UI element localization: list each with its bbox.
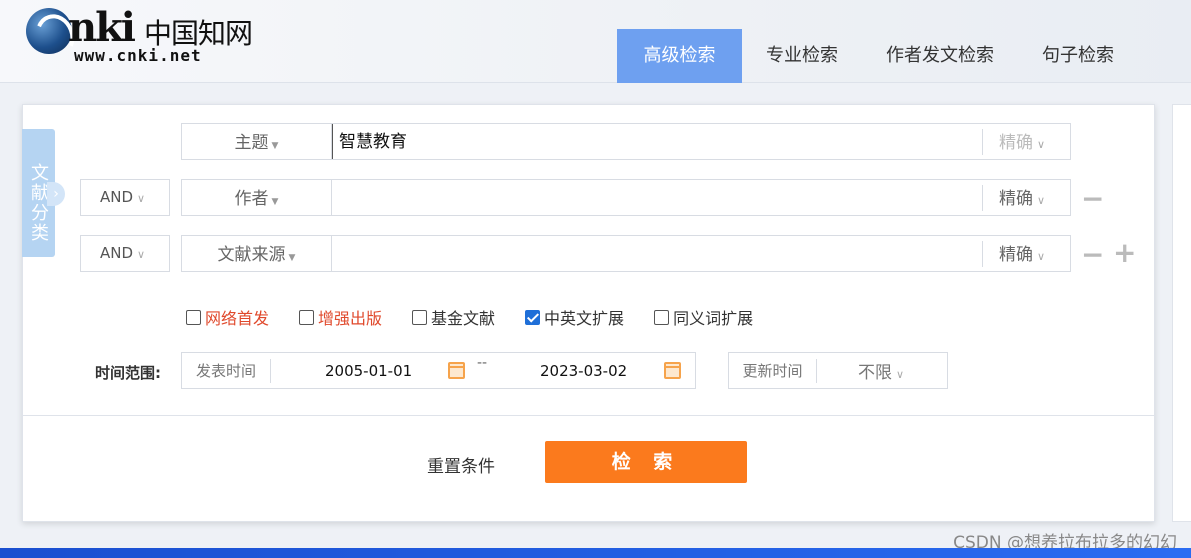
- right-side-panel: [1172, 104, 1191, 522]
- field-select-label: 主题: [234, 133, 269, 153]
- checkbox[interactable]: [186, 309, 201, 325]
- calendar-icon[interactable]: [448, 362, 465, 379]
- globe-icon: [26, 8, 72, 54]
- date-from-input[interactable]: 2005-01-01: [325, 353, 412, 389]
- logo-wordmark: nki: [68, 4, 136, 51]
- query-row-1: 主题 ▼ 智慧教育 精确 ∨: [181, 123, 1071, 160]
- match-select-label: 精确: [999, 189, 1033, 209]
- logic-select[interactable]: AND ∨: [80, 235, 170, 272]
- match-select[interactable]: 精确 ∨: [982, 129, 1070, 155]
- checkbox[interactable]: [299, 309, 315, 325]
- option-synonym-expansion[interactable]: 同义词扩展: [654, 306, 753, 328]
- caret-down-icon: ▼: [271, 197, 279, 207]
- logic-select-label: AND: [100, 188, 134, 206]
- add-row-button[interactable]: +: [1113, 239, 1136, 267]
- calendar-icon[interactable]: [664, 362, 681, 379]
- time-range-label: 时间范围:: [95, 364, 161, 382]
- chevron-down-icon: ∨: [137, 192, 146, 205]
- match-select[interactable]: 精确 ∨: [982, 241, 1070, 267]
- option-online-first[interactable]: 网络首发: [186, 306, 269, 328]
- search-type-tabs: 高级检索 专业检索 作者发文检索 句子检索: [617, 29, 1138, 83]
- option-label: 中英文扩展: [544, 309, 625, 328]
- footer-bar: [0, 548, 1191, 558]
- tab-advanced-search[interactable]: 高级检索: [617, 29, 742, 83]
- field-select[interactable]: 文献来源 ▼: [182, 236, 332, 271]
- logic-select-label: AND: [100, 244, 134, 262]
- publish-date-range: 发表时间 2005-01-01 -- 2023-03-02: [181, 352, 696, 389]
- option-enhanced-publication[interactable]: 增强出版: [299, 306, 382, 328]
- remove-row-button[interactable]: −: [1081, 241, 1104, 269]
- reset-button[interactable]: 重置条件: [427, 452, 495, 477]
- logic-select[interactable]: AND ∨: [80, 179, 170, 216]
- checkbox[interactable]: [654, 309, 670, 325]
- checkbox[interactable]: [412, 309, 428, 325]
- field-select[interactable]: 主题 ▼: [182, 124, 332, 159]
- option-label: 同义词扩展: [673, 309, 754, 328]
- match-select[interactable]: 精确 ∨: [982, 185, 1070, 211]
- chevron-down-icon: ∨: [896, 368, 905, 381]
- match-select-label: 精确: [999, 133, 1033, 153]
- option-label: 网络首发: [205, 309, 270, 328]
- chevron-down-icon: ∨: [1037, 138, 1046, 151]
- tab-sentence-search[interactable]: 句子检索: [1018, 29, 1138, 83]
- header: nki 中国知网 www.cnki.net 高级检索 专业检索 作者发文检索 句…: [0, 0, 1191, 83]
- cnki-logo[interactable]: nki 中国知网 www.cnki.net: [26, 4, 256, 66]
- option-label: 基金文献: [431, 309, 496, 328]
- query-row-3: 文献来源 ▼ 精确 ∨: [181, 235, 1071, 272]
- logo-url: www.cnki.net: [74, 46, 202, 65]
- checkbox-checked[interactable]: [525, 309, 541, 325]
- field-select-label: 文献来源: [217, 245, 286, 265]
- caret-down-icon: ▼: [271, 141, 279, 151]
- chevron-down-icon: ∨: [137, 248, 146, 261]
- update-time-label: 更新时间: [729, 359, 817, 383]
- remove-row-button[interactable]: −: [1081, 185, 1104, 213]
- field-select[interactable]: 作者 ▼: [182, 180, 332, 215]
- search-options: 网络首发 增强出版 基金文献 中英文扩展 同义词扩展: [186, 306, 783, 328]
- date-type-select[interactable]: 发表时间: [182, 359, 271, 383]
- chevron-down-icon: ∨: [1037, 194, 1046, 207]
- date-to-input[interactable]: 2023-03-02: [540, 353, 627, 389]
- caret-down-icon: ▼: [288, 253, 296, 263]
- option-cn-en-expansion[interactable]: 中英文扩展: [525, 306, 624, 328]
- date-separator: --: [477, 355, 488, 371]
- query-input[interactable]: 智慧教育: [332, 124, 407, 159]
- update-time-select[interactable]: 不限 ∨: [858, 353, 904, 395]
- update-time-filter: 更新时间 不限 ∨: [728, 352, 948, 389]
- match-select-label: 精确: [999, 245, 1033, 265]
- option-fund-literature[interactable]: 基金文献: [412, 306, 495, 328]
- update-time-value: 不限: [858, 363, 892, 383]
- divider: [23, 415, 1154, 416]
- tab-author-search[interactable]: 作者发文检索: [862, 29, 1018, 83]
- option-label: 增强出版: [318, 309, 383, 328]
- query-row-2: 作者 ▼ 精确 ∨: [181, 179, 1071, 216]
- chevron-down-icon: ∨: [1037, 250, 1046, 263]
- search-button[interactable]: 检 索: [545, 441, 747, 483]
- tab-professional-search[interactable]: 专业检索: [742, 29, 862, 83]
- field-select-label: 作者: [234, 189, 269, 209]
